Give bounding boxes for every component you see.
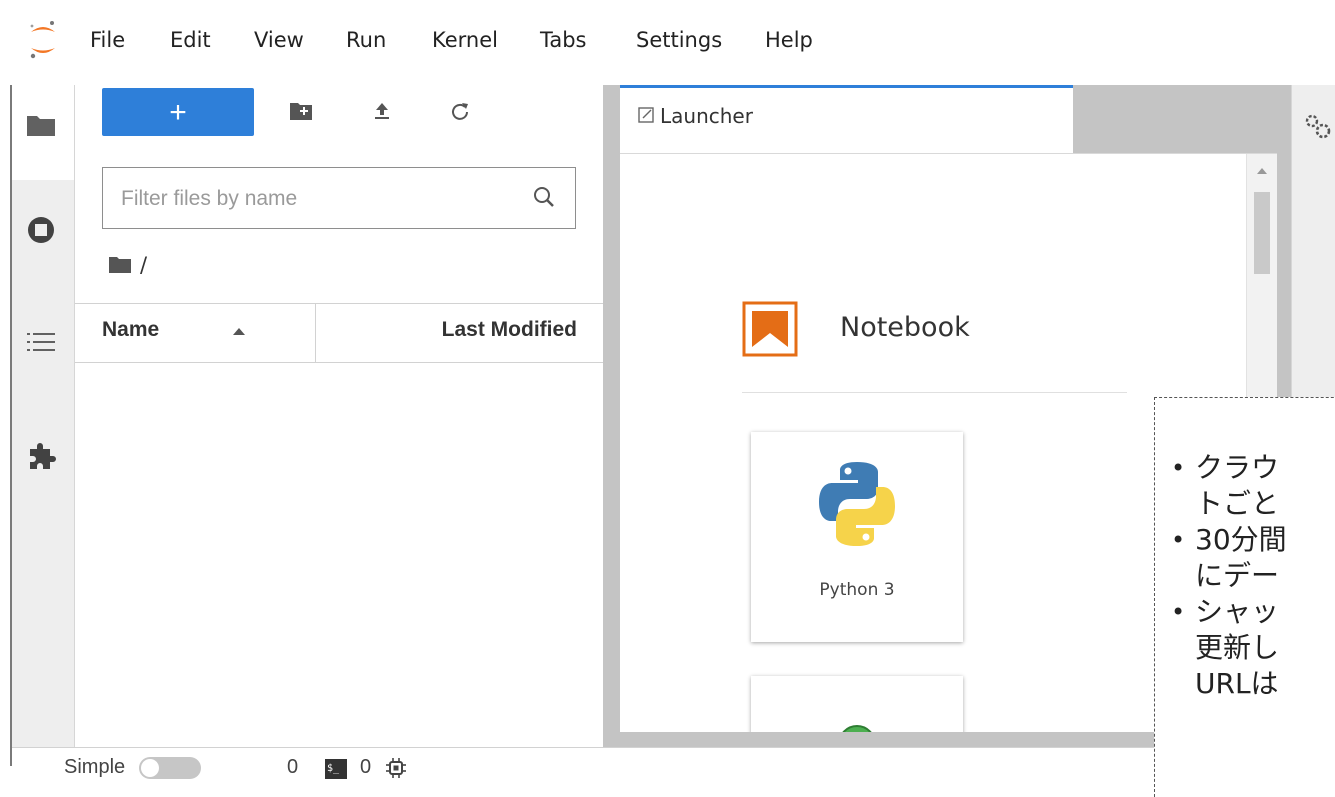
menu-settings[interactable]: Settings [636, 28, 722, 52]
file-browser-panel: + / Name Last Modified [75, 85, 603, 747]
upload-icon[interactable] [372, 101, 392, 121]
breadcrumb: / [108, 253, 147, 277]
scroll-thumb[interactable] [1254, 192, 1270, 274]
menu-kernel[interactable]: Kernel [432, 28, 498, 52]
new-folder-icon[interactable] [289, 101, 313, 121]
toggle-knob [141, 759, 159, 777]
file-filter [102, 167, 576, 230]
search-icon [534, 187, 554, 207]
menu-bar: File Edit View Run Kernel Tabs Settings … [10, 0, 1335, 85]
callout-item-1: クラウ トごと [1169, 450, 1335, 522]
kernel-card-2[interactable] [751, 676, 963, 732]
callout-item-3: シャッ 更新し URLは [1169, 594, 1335, 702]
kernel-count: 0 [287, 756, 299, 778]
new-launcher-button[interactable]: + [102, 88, 254, 136]
terminal-icon: $_ [325, 759, 347, 779]
notebook-section-icon [742, 301, 798, 357]
column-name[interactable]: Name [102, 318, 159, 342]
jupyter-logo-icon [30, 21, 55, 59]
table-of-contents-icon[interactable] [26, 330, 56, 354]
running-sessions-icon[interactable] [26, 215, 56, 245]
tab-label: Launcher [660, 104, 753, 128]
breadcrumb-path[interactable]: / [140, 253, 147, 277]
python-logo-icon [819, 462, 895, 546]
callout-item-1-line1: クラウ [1195, 451, 1280, 484]
section-title-notebook: Notebook [840, 312, 970, 343]
menu-tabs[interactable]: Tabs [540, 28, 587, 52]
terminal-count: 0 [360, 756, 372, 778]
callout-item-2-line1: 30分間 [1195, 523, 1287, 556]
callout-item-3-line2: 更新し [1195, 631, 1280, 664]
sort-ascending-icon[interactable] [233, 328, 245, 335]
property-inspector-gears-icon[interactable] [1304, 113, 1332, 141]
launcher-tab-icon [638, 107, 654, 123]
filter-files-input[interactable] [103, 168, 543, 230]
menu-help[interactable]: Help [765, 28, 813, 52]
home-folder-icon[interactable] [108, 256, 132, 274]
menu-edit[interactable]: Edit [170, 28, 211, 52]
callout-item-2-line2: にデー [1195, 559, 1280, 592]
menu-view[interactable]: View [254, 28, 304, 52]
kernel-card-python3[interactable]: Python 3 [751, 432, 963, 642]
folder-icon[interactable] [26, 113, 56, 137]
left-sidebar-tabs [12, 85, 75, 747]
column-divider[interactable] [315, 304, 316, 362]
refresh-icon[interactable] [450, 101, 470, 121]
menu-run[interactable]: Run [346, 28, 386, 52]
green-kernel-icon [842, 725, 872, 732]
column-last-modified[interactable]: Last Modified [442, 318, 577, 342]
callout-list: クラウ トごと 30分間 にデー シャッ 更新し URLは [1169, 450, 1335, 702]
tab-launcher[interactable]: Launcher [620, 85, 1073, 153]
callout-item-3-line3: URLは [1195, 667, 1279, 700]
simple-mode-toggle[interactable] [139, 757, 201, 779]
annotation-callout: クラウ トごと 30分間 にデー シャッ 更新し URLは [1154, 397, 1335, 797]
status-bar: Simple 0 $_ 0 [12, 747, 1335, 789]
cpu-chip-icon [386, 758, 406, 778]
section-divider [742, 392, 1127, 393]
callout-item-2: 30分間 にデー [1169, 522, 1335, 594]
scroll-up-arrow-icon[interactable] [1257, 168, 1267, 174]
file-list-header: Name Last Modified [75, 303, 603, 363]
callout-item-1-line2: トごと [1195, 487, 1280, 520]
menu-file[interactable]: File [90, 28, 125, 52]
callout-item-3-line1: シャッ [1195, 595, 1280, 628]
simple-mode-label: Simple [64, 756, 126, 778]
extension-puzzle-icon[interactable] [26, 441, 58, 473]
kernel-card-label: Python 3 [819, 580, 895, 600]
